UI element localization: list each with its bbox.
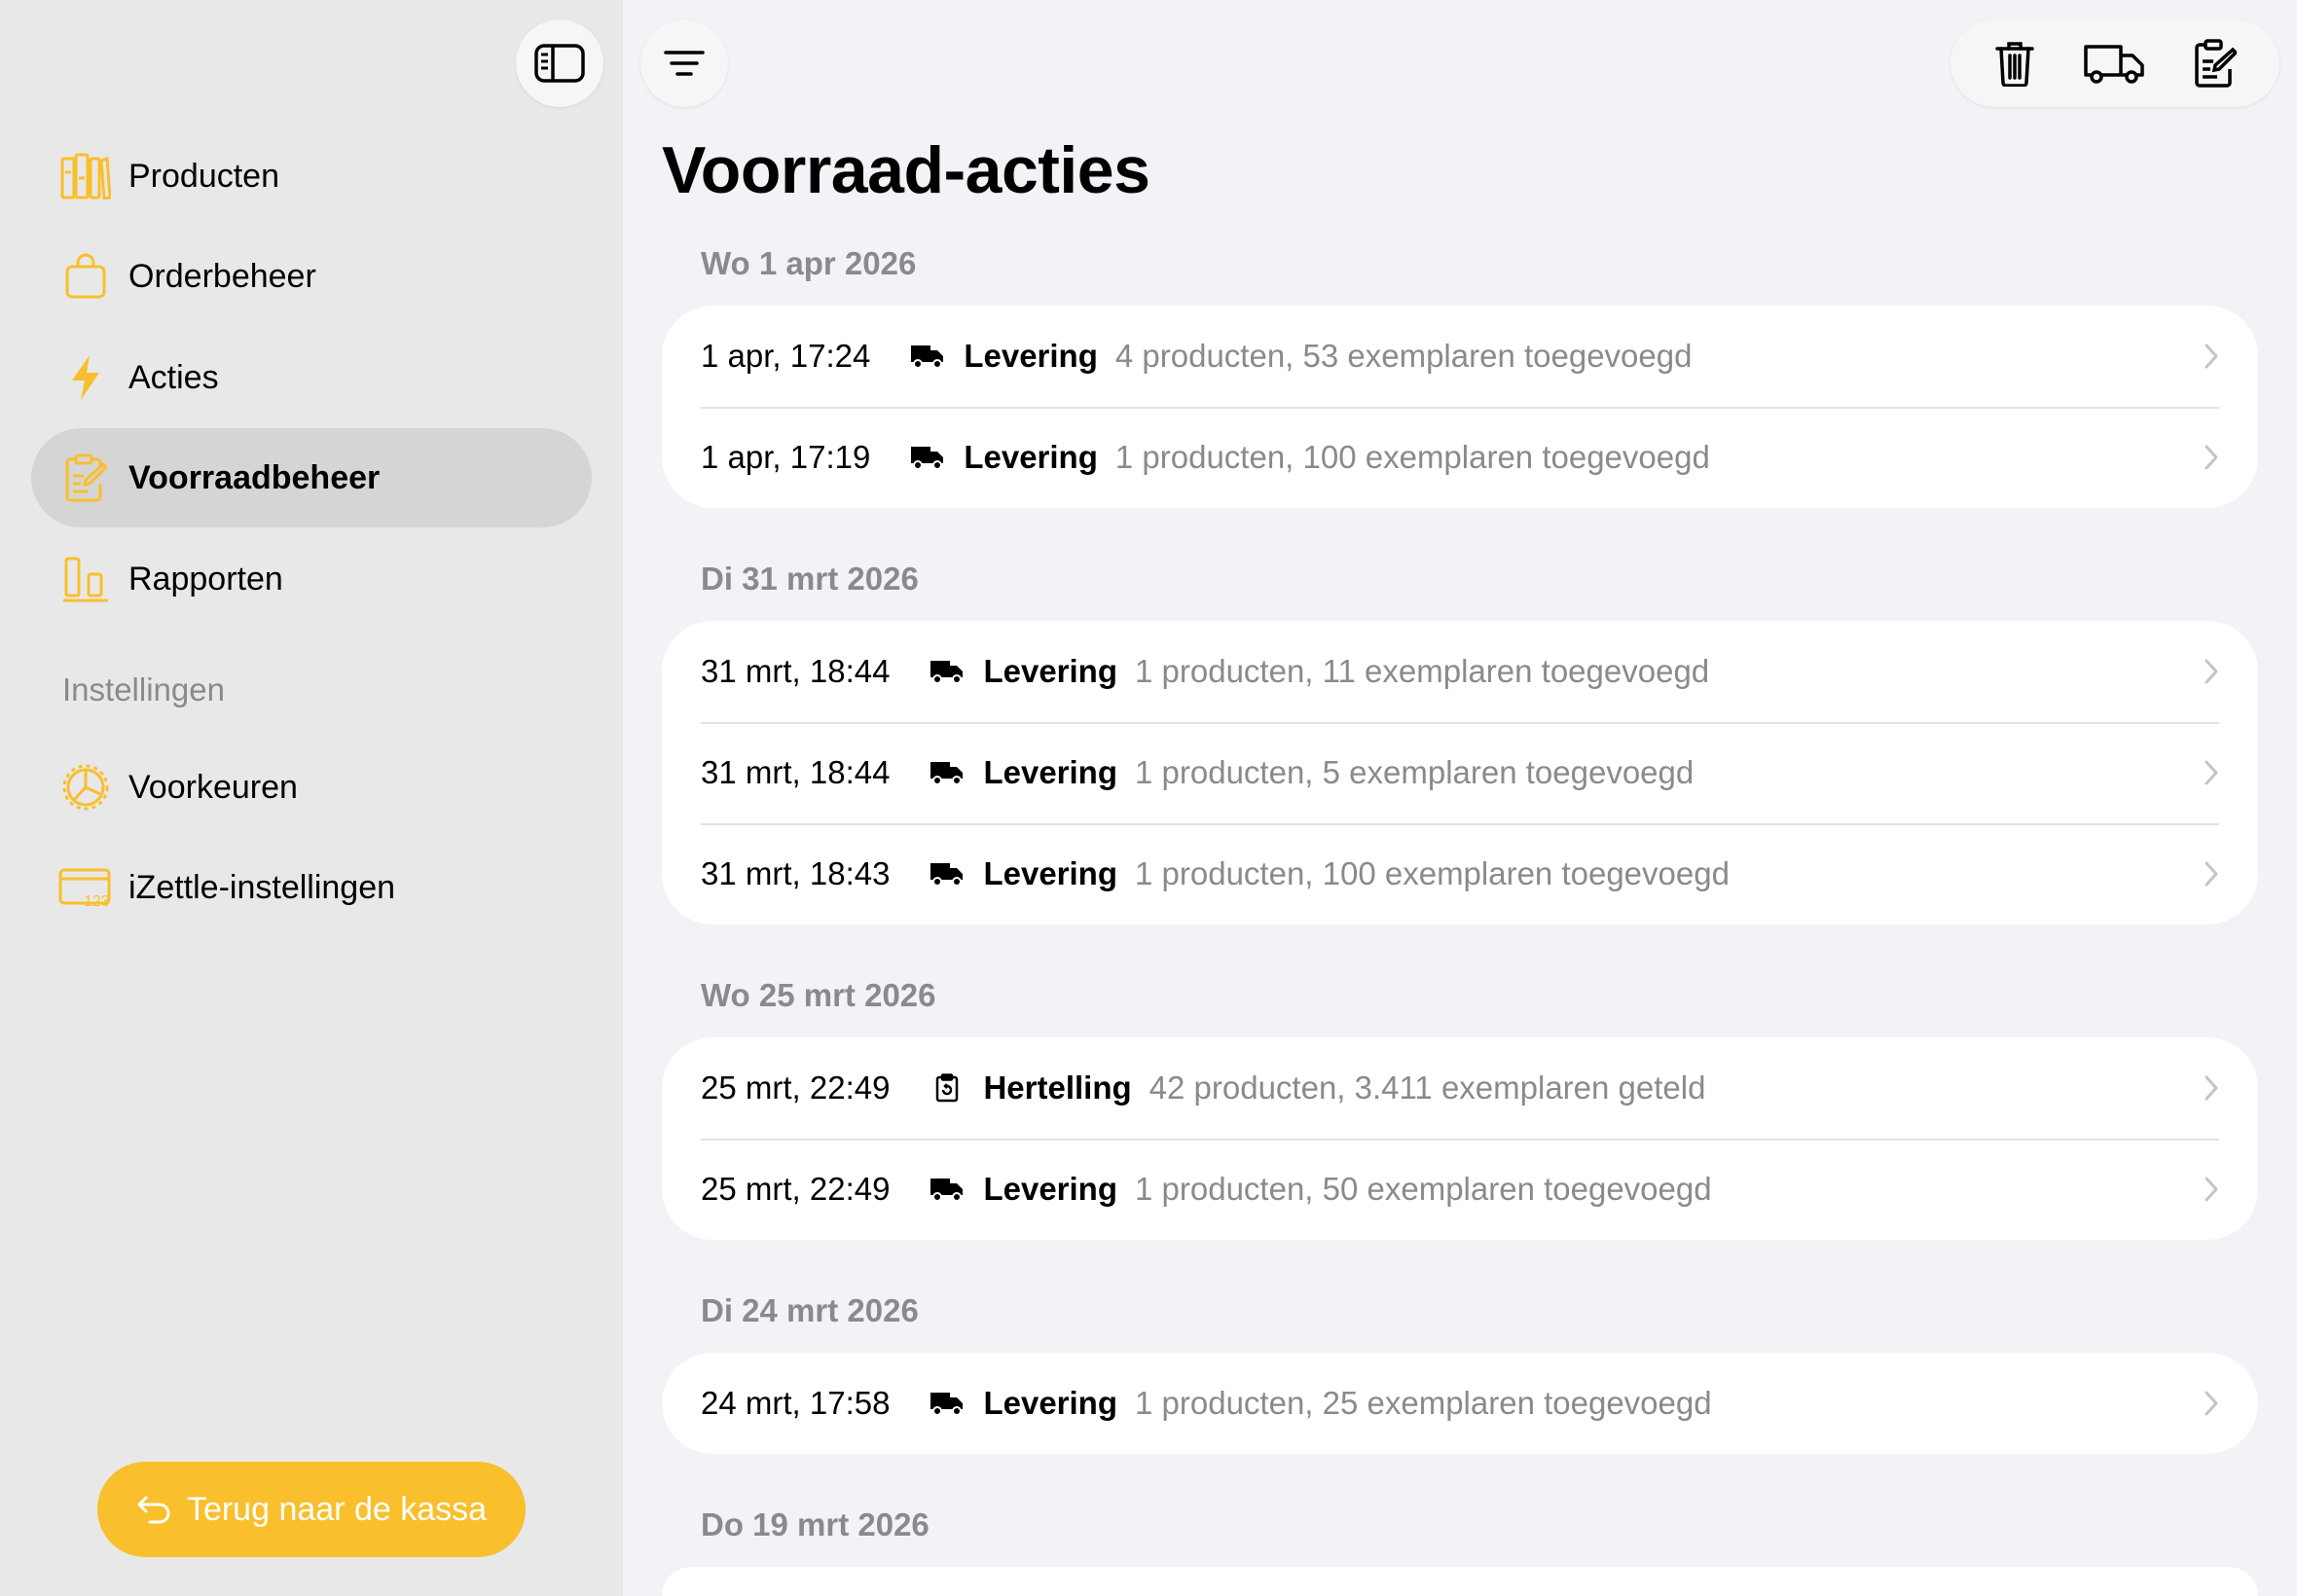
- date-group-header: Di 31 mrt 2026: [701, 561, 919, 597]
- table-row[interactable]: 31 mrt, 18:44 Levering 1 producten, 5 ex…: [662, 722, 2258, 823]
- sidebar-item-voorkeuren[interactable]: Voorkeuren: [31, 738, 592, 837]
- row-description: 42 producten, 3.411 exemplaren geteld: [1148, 1070, 1706, 1106]
- action-group-card: 31 mrt, 18:44 Levering 1 producten, 11 e…: [662, 621, 2258, 925]
- sidebar-item-voorraadbeheer[interactable]: Voorraadbeheer: [31, 428, 592, 527]
- trash-icon: [1994, 42, 2034, 87]
- row-type: Levering: [983, 1385, 1117, 1421]
- row-time: 25 mrt, 22:49: [701, 1070, 891, 1106]
- table-row[interactable]: 1 apr, 17:19 Levering 1 producten, 100 e…: [662, 407, 2258, 508]
- table-row[interactable]: 25 mrt, 22:49 Hertelling 42 producten, 3…: [662, 1037, 2258, 1139]
- chevron-right-icon: [2205, 659, 2218, 684]
- row-time: 24 mrt, 17:58: [701, 1385, 891, 1421]
- truck-icon: [909, 342, 946, 371]
- table-row[interactable]: 1 apr, 17:24 Levering 4 producten, 53 ex…: [662, 306, 2258, 407]
- row-description: 1 producten, 11 exemplaren toegevoegd: [1135, 653, 1710, 689]
- card-123-icon: 123: [58, 860, 113, 915]
- row-type: Levering: [964, 338, 1098, 374]
- date-group-header: Wo 1 apr 2026: [701, 245, 917, 281]
- truck-icon: [929, 1175, 966, 1204]
- truck-icon: [929, 758, 966, 787]
- sidebar-item-orderbeheer[interactable]: Orderbeheer: [31, 227, 592, 326]
- table-row[interactable]: 24 mrt, 17:58 Levering 1 producten, 25 e…: [662, 1353, 2258, 1454]
- back-button-label: Terug naar de kassa: [186, 1490, 488, 1528]
- sidebar: Producten Orderbeheer Acties Voorraadbeh…: [0, 0, 623, 1596]
- truck-outline-icon: [2084, 45, 2144, 84]
- chart-bars-icon: [58, 552, 113, 606]
- table-row[interactable]: 31 mrt, 18:43 Levering 1 producten, 100 …: [662, 823, 2258, 925]
- date-group-header: Do 19 mrt 2026: [701, 1506, 930, 1542]
- action-group-card: 25 mrt, 22:49 Hertelling 42 producten, 3…: [662, 1037, 2258, 1240]
- bolt-icon: [58, 350, 113, 405]
- truck-icon: [929, 657, 966, 686]
- row-time: 1 apr, 17:19: [701, 439, 871, 475]
- sidebar-item-label: Acties: [128, 358, 219, 396]
- sidebar-item-izettle-instellingen[interactable]: 123 iZettle-instellingen: [31, 838, 592, 937]
- table-row[interactable]: 31 mrt, 18:44 Levering 1 producten, 11 e…: [662, 621, 2258, 722]
- clipboard-edit-icon: [2195, 39, 2238, 88]
- sidebar-icon: [534, 44, 585, 83]
- svg-text:123: 123: [84, 893, 110, 909]
- sidebar-item-label: Voorraadbeheer: [128, 458, 381, 496]
- chevron-right-icon: [2205, 1177, 2218, 1202]
- sidebar-item-label: iZettle-instellingen: [128, 868, 396, 906]
- row-description: 1 producten, 50 exemplaren toegevoegd: [1135, 1171, 1712, 1207]
- sidebar-item-label: Orderbeheer: [128, 257, 316, 295]
- chevron-right-icon: [2205, 861, 2218, 887]
- row-type: Levering: [983, 653, 1117, 689]
- row-type: Hertelling: [983, 1070, 1132, 1106]
- settings-section-title: Instellingen: [62, 671, 225, 707]
- sidebar-item-rapporten[interactable]: Rapporten: [31, 529, 592, 629]
- row-description: 1 producten, 5 exemplaren toegevoegd: [1135, 754, 1695, 790]
- filter-lines-icon: [664, 51, 705, 76]
- sidebar-item-producten[interactable]: Producten: [31, 127, 592, 226]
- row-time: 31 mrt, 18:43: [701, 855, 891, 891]
- row-type: Levering: [964, 439, 1098, 475]
- row-description: 1 producten, 25 exemplaren toegevoegd: [1135, 1385, 1712, 1421]
- delete-button[interactable]: [1976, 24, 2054, 102]
- sidebar-item-label: Producten: [128, 157, 279, 195]
- chevron-right-icon: [2205, 1075, 2218, 1101]
- sidebar-item-acties[interactable]: Acties: [31, 328, 592, 427]
- bag-icon: [58, 249, 113, 304]
- row-time: 1 apr, 17:24: [701, 338, 871, 374]
- row-time: 31 mrt, 18:44: [701, 653, 891, 689]
- table-row[interactable]: 25 mrt, 22:49 Levering 1 producten, 50 e…: [662, 1139, 2258, 1240]
- chevron-right-icon: [2205, 445, 2218, 470]
- chevron-right-icon: [2205, 344, 2218, 369]
- row-description: 1 producten, 100 exemplaren toegevoegd: [1114, 439, 1710, 475]
- date-group-header: Di 24 mrt 2026: [701, 1292, 919, 1328]
- action-group-card: [662, 1567, 2258, 1596]
- return-arrow-icon: [137, 1496, 170, 1524]
- row-type: Levering: [983, 754, 1117, 790]
- date-group-header: Wo 25 mrt 2026: [701, 977, 936, 1013]
- row-type: Levering: [983, 1171, 1117, 1207]
- truck-icon: [909, 443, 946, 472]
- action-group-card: 1 apr, 17:24 Levering 4 producten, 53 ex…: [662, 306, 2258, 508]
- new-delivery-button[interactable]: [2076, 24, 2154, 102]
- row-type: Levering: [983, 855, 1117, 891]
- row-time: 25 mrt, 22:49: [701, 1171, 891, 1207]
- sidebar-toggle-button[interactable]: [516, 19, 603, 107]
- clipboard-edit-icon: [58, 451, 113, 505]
- recount-icon: [929, 1073, 966, 1103]
- row-time: 31 mrt, 18:44: [701, 754, 891, 790]
- row-description: 4 producten, 53 exemplaren toegevoegd: [1114, 338, 1693, 374]
- filter-button[interactable]: [640, 19, 728, 107]
- row-description: 1 producten, 100 exemplaren toegevoegd: [1135, 855, 1730, 891]
- sidebar-item-label: Voorkeuren: [128, 768, 298, 806]
- truck-icon: [929, 1389, 966, 1418]
- sidebar-item-label: Rapporten: [128, 560, 283, 598]
- books-icon: [58, 149, 113, 203]
- action-group-card: 24 mrt, 17:58 Levering 1 producten, 25 e…: [662, 1353, 2258, 1454]
- chevron-right-icon: [2205, 760, 2218, 785]
- chevron-right-icon: [2205, 1391, 2218, 1416]
- back-to-register-button[interactable]: Terug naar de kassa: [97, 1462, 526, 1557]
- toolbar: [1951, 19, 2279, 107]
- truck-icon: [929, 859, 966, 889]
- page-title: Voorraad-acties: [662, 133, 1150, 207]
- new-recount-button[interactable]: [2176, 24, 2254, 102]
- gear-icon: [58, 760, 113, 815]
